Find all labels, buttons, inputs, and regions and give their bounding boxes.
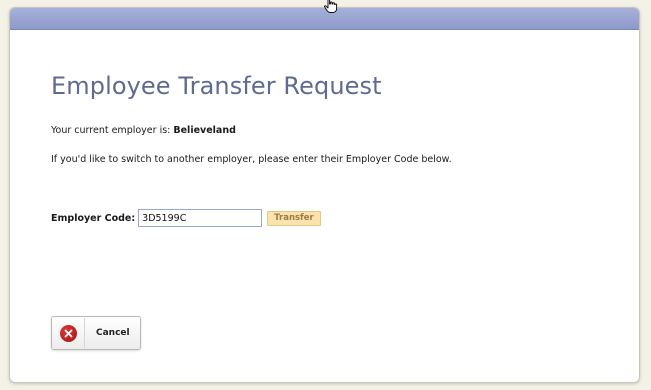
close-circle-icon: [60, 324, 77, 342]
instructions-text: If you'd like to switch to another emplo…: [51, 154, 452, 165]
current-employer-name: Believeland: [173, 125, 236, 136]
transfer-button[interactable]: Transfer: [267, 210, 321, 226]
page-title: Employee Transfer Request: [51, 72, 382, 100]
transfer-dialog: Employee Transfer Request Your current e…: [9, 7, 640, 383]
employer-code-row: Employer Code: Transfer: [51, 208, 321, 228]
current-employer-text: Your current employer is: Believeland: [51, 125, 236, 136]
cancel-button[interactable]: Cancel: [51, 316, 141, 350]
employer-code-input[interactable]: [138, 209, 263, 227]
hand-pointer-icon: [324, 0, 338, 13]
cancel-divider: [84, 318, 85, 348]
cancel-label: Cancel: [96, 328, 130, 338]
employer-code-label: Employer Code:: [51, 212, 136, 224]
current-employer-prefix: Your current employer is:: [51, 125, 174, 136]
